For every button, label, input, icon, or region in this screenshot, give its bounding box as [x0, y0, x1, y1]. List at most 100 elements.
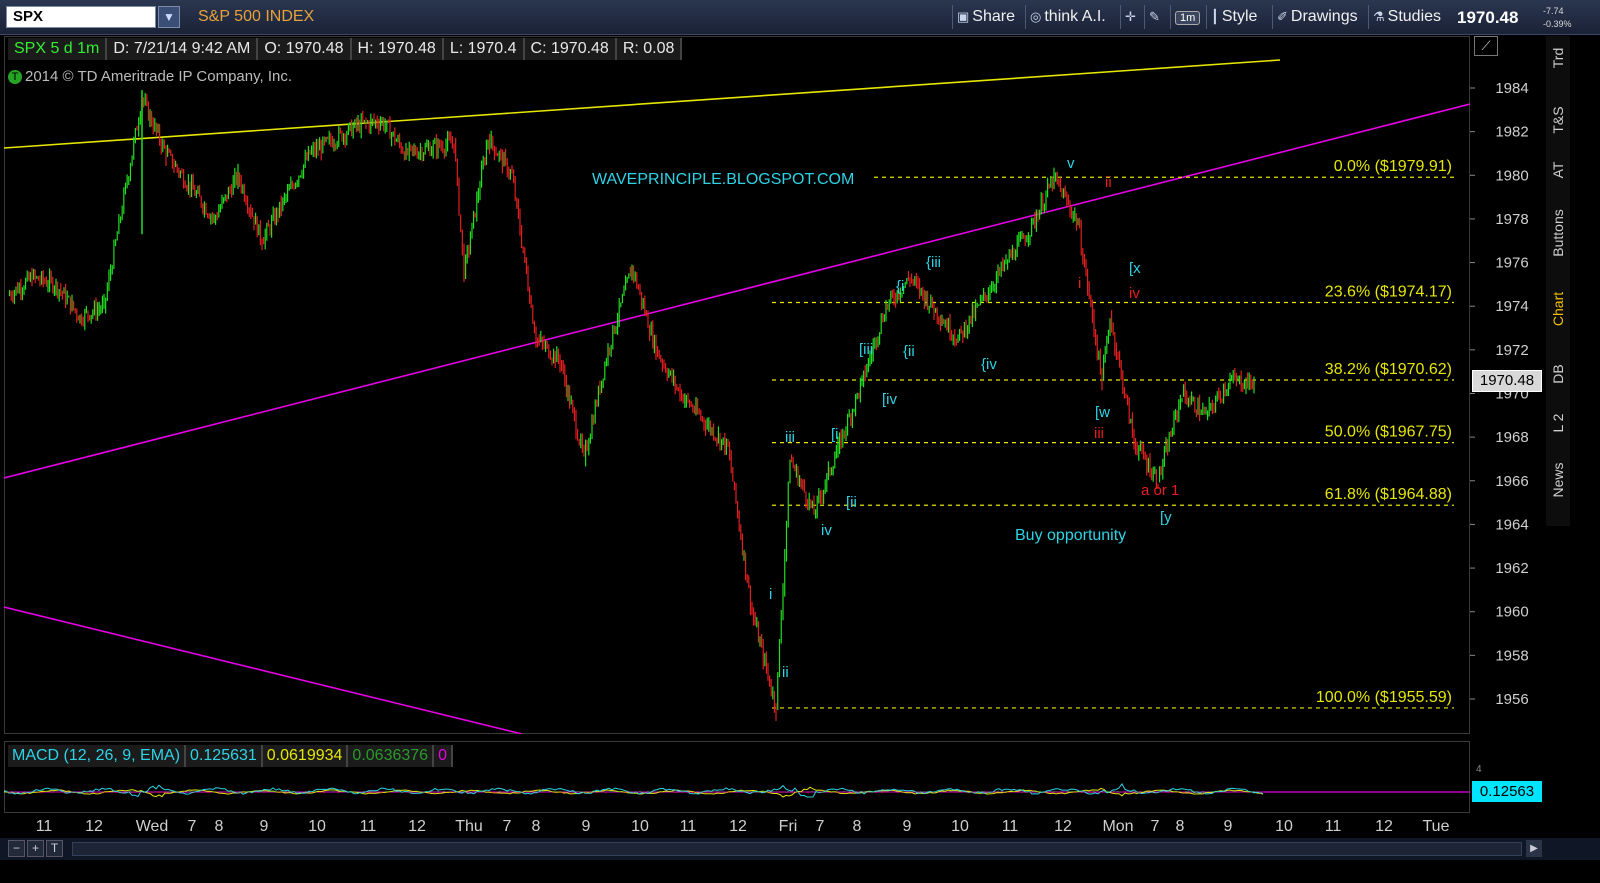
tab-level-2[interactable]: L 2 — [1546, 405, 1570, 441]
symbol-input[interactable]: SPX — [6, 6, 156, 28]
price-tick-label: 1972 — [1495, 342, 1528, 359]
copyright-text: 2014 © TD Ameritrade IP Company, Inc. — [25, 68, 293, 85]
price-tick-label: 1978 — [1495, 211, 1528, 228]
chevron-right-icon: ▶ — [1530, 843, 1538, 854]
tab-chart[interactable]: Chart — [1546, 278, 1570, 340]
wave-label-red: iv — [1129, 285, 1140, 302]
horizontal-scrollbar[interactable] — [72, 842, 1522, 856]
think-ai-label: think A.I. — [1044, 8, 1106, 25]
tab-label: AT — [1550, 161, 1566, 179]
price-tick-label: 1964 — [1495, 516, 1528, 533]
macd-axis-top: 4 — [1476, 764, 1482, 775]
price-tick-label: 1976 — [1495, 255, 1528, 272]
zoom-out-button[interactable]: − — [8, 840, 25, 857]
macd-legend: MACD (12, 26, 9, EMA) 0.125631 0.0619934… — [8, 745, 453, 767]
pencil-icon: ✐ — [1277, 9, 1288, 24]
price-tick-label: 1984 — [1495, 80, 1528, 97]
time-tick-label: 10 — [631, 818, 649, 835]
chevron-down-icon: ▼ — [163, 10, 175, 24]
macd-value-tag: 0.12563 — [1472, 781, 1542, 802]
crosshair-tool-button[interactable]: ✛ — [1120, 5, 1144, 29]
tab-db[interactable]: DB — [1546, 356, 1570, 392]
price-tick-label: 1960 — [1495, 604, 1528, 621]
time-axis[interactable]: 11 12 Wed 7 8 9 10 11 12 Thu 7 8 9 10 11 12 Fri 7 8 9 10 11 12… — [4, 814, 1544, 838]
price-tick-label: 1974 — [1495, 298, 1528, 315]
tab-label: Buttons — [1550, 209, 1566, 257]
wave-label: {iv — [981, 356, 997, 373]
time-tick-label: 8 — [215, 818, 224, 835]
symbol-dropdown-button[interactable]: ▼ — [158, 6, 180, 28]
price-tick-label: 1968 — [1495, 429, 1528, 446]
fib-level-label: 50.0% ($1967.75) — [1325, 424, 1452, 441]
macd-label[interactable]: MACD (12, 26, 9, EMA) — [8, 745, 187, 767]
share-icon: ▣ — [957, 9, 970, 24]
wave-label: i — [769, 586, 772, 603]
wave-label: [iv — [882, 391, 898, 408]
think-ai-button[interactable]: ◎ think A.I. — [1025, 5, 1120, 29]
timeframe-label: 1m — [1175, 11, 1201, 25]
price-chart[interactable]: 0.0% ($1979.91) 23.6% ($1974.17) 38.2% ($1… — [4, 36, 1470, 734]
time-tick-label: 12 — [729, 818, 747, 835]
settings-tool-button[interactable]: ✎ — [1144, 5, 1170, 29]
instrument-name: S&P 500 INDEX — [198, 8, 315, 25]
studies-label: Studies — [1387, 8, 1442, 25]
tab-news[interactable]: News — [1546, 455, 1570, 505]
tab-buttons[interactable]: Buttons — [1546, 195, 1570, 271]
time-tick-label: 10 — [1275, 818, 1293, 835]
time-tick-label: 10 — [951, 818, 969, 835]
wave-label: [ii — [846, 494, 857, 511]
time-tick-label: 7 — [188, 818, 197, 835]
time-tick-label: 7 — [503, 818, 512, 835]
symbol-period[interactable]: SPX 5 d 1m — [8, 38, 108, 60]
tab-time-and-sales[interactable]: T&S — [1546, 95, 1570, 145]
time-tick-label: 12 — [1375, 818, 1393, 835]
time-tick-label: 8 — [1176, 818, 1185, 835]
macd-avg: 0.0619934 — [262, 745, 349, 767]
studies-icon: ⚗ — [1373, 9, 1385, 24]
wave-label: [y — [1160, 509, 1172, 526]
wave-label: [w — [1095, 404, 1110, 421]
fib-level-label: 23.6% ($1974.17) — [1325, 284, 1452, 301]
percent-change: -0.39% — [1543, 19, 1572, 29]
price-tick-label: 1956 — [1495, 691, 1528, 708]
last-price: 1970.48 — [1457, 8, 1519, 27]
time-tick-label: 9 — [1224, 818, 1233, 835]
time-tick-label: Wed — [136, 818, 169, 835]
zoom-in-icon: + — [31, 841, 39, 855]
scroll-right-button[interactable]: ▶ — [1526, 840, 1542, 857]
wave-label: {ii — [903, 343, 915, 360]
tab-label: DB — [1550, 364, 1566, 384]
wave-label-red: ii — [1105, 174, 1112, 191]
wave-label-red: i — [1078, 275, 1081, 292]
wrench-icon: ✎ — [1149, 9, 1160, 24]
time-tick-label: Mon — [1102, 818, 1133, 835]
price-tick-label: 1958 — [1495, 647, 1528, 664]
macd-diff: 0.0636376 — [348, 745, 435, 767]
macd-zero: 0 — [434, 745, 453, 767]
timeframe-button[interactable]: 1m — [1170, 5, 1206, 29]
elliott-wave-labels: v [x {iii {i {ii {iv [iii [iv [i [ii iii… — [769, 155, 1179, 681]
time-tick-label: 11 — [1002, 818, 1019, 835]
trendline-magenta-upper — [4, 103, 1470, 479]
tab-trd[interactable]: Trd — [1546, 38, 1570, 78]
studies-button[interactable]: ⚗ Studies — [1368, 5, 1454, 29]
price-tick-label: 1982 — [1495, 124, 1528, 141]
net-change: -7.74 — [1543, 6, 1564, 16]
fib-level-label: 0.0% ($1979.91) — [1334, 158, 1452, 175]
price-tick-label: 1962 — [1495, 560, 1528, 577]
info-icon[interactable]: T — [8, 70, 22, 84]
wave-label: iv — [821, 522, 832, 539]
zoom-in-button[interactable]: + — [27, 840, 44, 857]
style-button[interactable]: ┃ Style — [1206, 5, 1272, 29]
open-value: O: 1970.48 — [258, 38, 352, 60]
time-tick-label: Fri — [779, 818, 798, 835]
time-tick-label: 8 — [853, 818, 862, 835]
share-button[interactable]: ▣ Share — [952, 5, 1024, 29]
drawings-button[interactable]: ✐ Drawings — [1272, 5, 1368, 29]
tab-label: Trd — [1550, 47, 1566, 69]
watermark-text: WAVEPRINCIPLE.BLOGSPOT.COM — [592, 171, 854, 188]
text-tool-button[interactable]: T — [46, 840, 63, 857]
tab-at[interactable]: AT — [1546, 152, 1570, 188]
wave-label-red: a or 1 — [1141, 482, 1179, 499]
time-tick-label: 9 — [903, 818, 912, 835]
